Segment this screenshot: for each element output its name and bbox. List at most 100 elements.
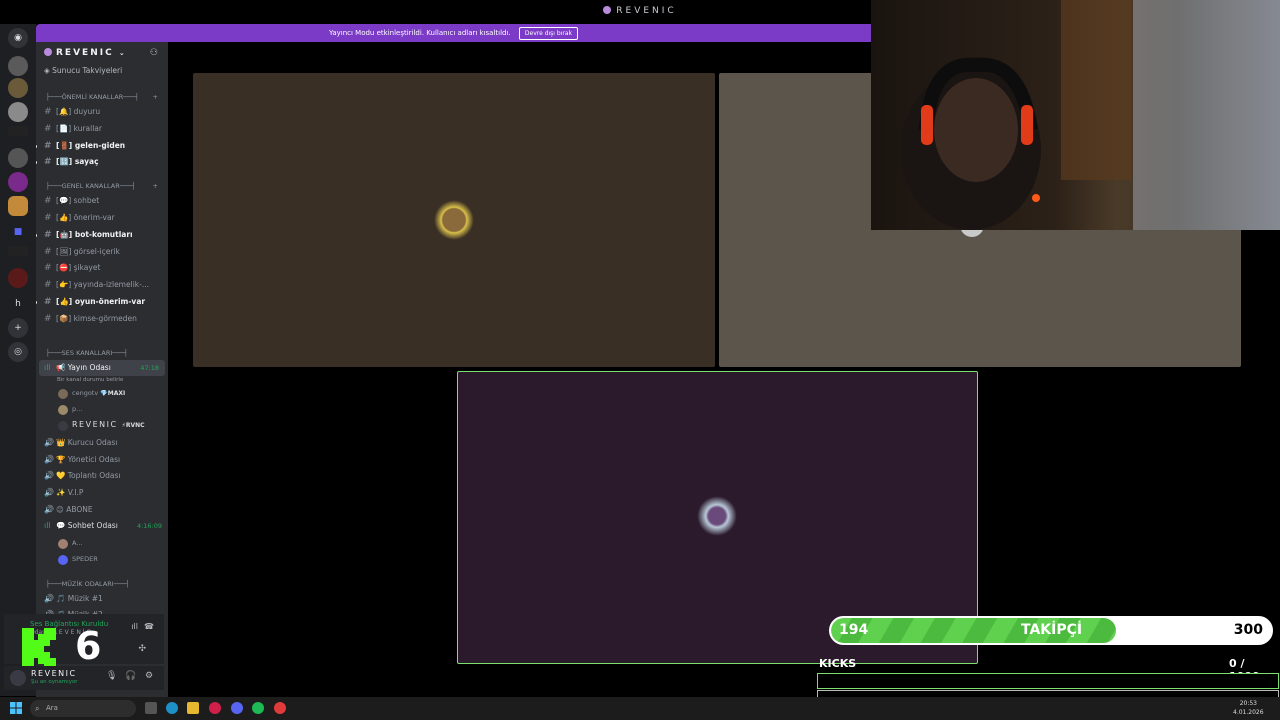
voice-channel-muzik-1[interactable]: 🔊 🎵 Müzik #1 [36,591,168,608]
avatar [58,554,68,565]
server-icon[interactable] [8,196,28,216]
voice-channel-kurucu[interactable]: 🔊 👑 Kurucu Odası [36,435,168,452]
edge-browser-icon[interactable] [166,702,178,714]
server-icon[interactable] [8,126,28,136]
avatar [58,405,68,416]
file-explorer-icon[interactable] [187,702,199,714]
channel-label: önerim-var [73,212,115,222]
soundboard-icon[interactable]: ✣ [138,644,146,654]
voice-channel-toplanti[interactable]: 🔊 💛 Toplantı Odası [36,468,168,485]
app-icon[interactable] [274,702,286,714]
unread-dot [36,161,37,165]
voice-channel-yonetici[interactable]: 🔊 🏆 Yönetici Odası [36,452,168,469]
channel-kurallar[interactable]: # [📄] kurallar [36,121,168,138]
voice-channel-label: ABONE [66,504,93,514]
channel-kimse-gormeden[interactable]: # [📦] kimse-görmeden [36,311,168,328]
speaker-icon: 🔊 [44,438,54,448]
channel-onerim-var[interactable]: # [👍] önerim-var [36,210,168,227]
wolf-server-icon[interactable] [8,102,28,122]
channel-gorsel-icerik[interactable]: # [🖼] görsel-içerik [36,244,168,261]
voice-user[interactable]: cengotv 💎MAXI [36,385,168,401]
category-music[interactable]: ├───MÜZİK ODALARI───┤ [36,577,168,591]
avatar [697,496,737,536]
video-tile-user[interactable] [193,73,715,367]
user-badge: ⚡RVNC [121,422,145,430]
avatar[interactable] [10,670,26,686]
voice-channel-vip[interactable]: 🔊 ✨ V.I.P [36,485,168,502]
add-channel-icon[interactable]: + [153,179,158,193]
hash-icon: # [44,246,52,257]
server-icon[interactable] [8,268,28,288]
voice-channel-label: Yayın Odası [67,362,111,372]
add-channel-icon[interactable]: + [153,90,158,104]
box-emoji-icon: 📦 [58,313,69,323]
voice-user[interactable]: SPEDER [36,551,168,567]
server-name: REVENIC [56,48,114,58]
stop-emoji-icon: ⛔ [58,263,69,273]
hash-icon: # [44,263,52,274]
voice-channel-label: Yönetici Odası [67,454,121,464]
avatar [434,200,474,240]
channel-yayinda-izlemelik[interactable]: # [👉] yayında-izlemelik-... [36,277,168,294]
server-icon[interactable] [8,148,28,168]
folder-icon[interactable]: ■ [8,222,28,242]
sparkle-emoji-icon: ✨ [56,487,66,497]
voice-user[interactable]: p... [36,401,168,417]
channel-sikayet[interactable]: # [⛔] şikayet [36,260,168,277]
disconnect-icon[interactable]: ☎ [144,622,154,631]
user-panel: REVENIC Şu an oynamıyor 🎙 🎧 ⚙ [4,666,164,690]
channel-bot-komutlari[interactable]: # [🤖] bot-komutları [36,227,168,244]
windows-start-icon[interactable] [10,702,22,714]
add-server-icon[interactable]: + [8,318,28,338]
add-user-icon[interactable]: ⚇ [150,42,158,64]
follower-goal: 300 [1233,622,1263,638]
user-name[interactable]: REVENIC [31,669,77,678]
task-view-icon[interactable] [145,702,157,714]
server-icon[interactable] [8,78,28,98]
voice-live-icon: ıll [44,521,51,531]
channel-sohbet[interactable]: # [💬] sohbet [36,193,168,210]
category-important[interactable]: ├───ÖNEMLİ KANALLAR───┤ + [36,90,168,104]
trophy-emoji-icon: 🏆 [56,454,66,464]
spotify-icon[interactable] [252,702,264,714]
channel-oyun-onerim-var[interactable]: # [👍] oyun-önerim-var [36,294,168,311]
category-voice[interactable]: ├───SES KANALLARI───┤ [36,346,168,360]
taskbar-search[interactable]: ⌕ Ara [30,700,136,717]
channel-sayac[interactable]: # [🔢] sayaç [36,154,168,171]
voice-channel-yayin-odasi[interactable]: ıll 📢 Yayın Odası 47:18 [39,359,165,377]
app-icon[interactable] [209,702,221,714]
unread-dot [36,300,37,304]
home-discord-icon[interactable]: ◉ [8,28,28,48]
disable-streamer-mode-button[interactable]: Devre dışı bırak [518,27,578,40]
hash-icon: # [44,140,52,151]
server-icon[interactable] [8,172,28,192]
channel-status-hint[interactable]: Bir kanal durumu belirle [36,376,168,385]
discord-taskbar-icon[interactable] [231,702,243,714]
channel-duyuru[interactable]: # [🔔] duyuru [36,104,168,121]
page-emoji-icon: 📄 [58,123,69,133]
voice-user[interactable]: REVENIC ⚡RVNC [36,417,168,433]
channel-gelen-giden[interactable]: # [🚪] gelen-giden [36,138,168,155]
taskbar-clock[interactable]: 20:53 4.01.2026 [1233,699,1264,717]
headphones-icon[interactable]: 🎧 [125,671,136,681]
channel-label: yayında-izlemelik-... [73,280,149,290]
channel-label: oyun-önerim-var [74,296,146,306]
microphone-icon[interactable]: 🎙 [106,671,117,681]
category-general[interactable]: ├───GENEL KANALLAR───┤ + [36,179,168,193]
voice-user[interactable]: A... [36,535,168,551]
server-icon[interactable] [8,246,28,256]
category-label: SES KANALLARI [61,348,113,357]
signal-icon[interactable]: ıll [131,622,138,631]
voice-channel-sohbet-odasi[interactable]: ıll 💬 Sohbet Odası 4:16:09 [36,518,168,535]
server-boosts[interactable]: ◈ Sunucu Takviyeleri [36,64,168,82]
discover-icon[interactable]: ◎ [8,342,28,362]
hash-icon: # [44,296,52,307]
speaker-icon: 🔊 [44,454,54,464]
voice-channel-abone[interactable]: 🔊 😊 ABONE [36,502,168,519]
settings-gear-icon[interactable]: ⚙ [145,671,153,681]
server-header[interactable]: REVENIC ⌄ ⚇ [36,42,168,64]
server-h-icon[interactable]: h [8,294,28,314]
thumbs-emoji-icon: 👍 [59,296,69,306]
server-icon[interactable] [8,56,28,76]
channel-label: sohbet [73,196,100,206]
